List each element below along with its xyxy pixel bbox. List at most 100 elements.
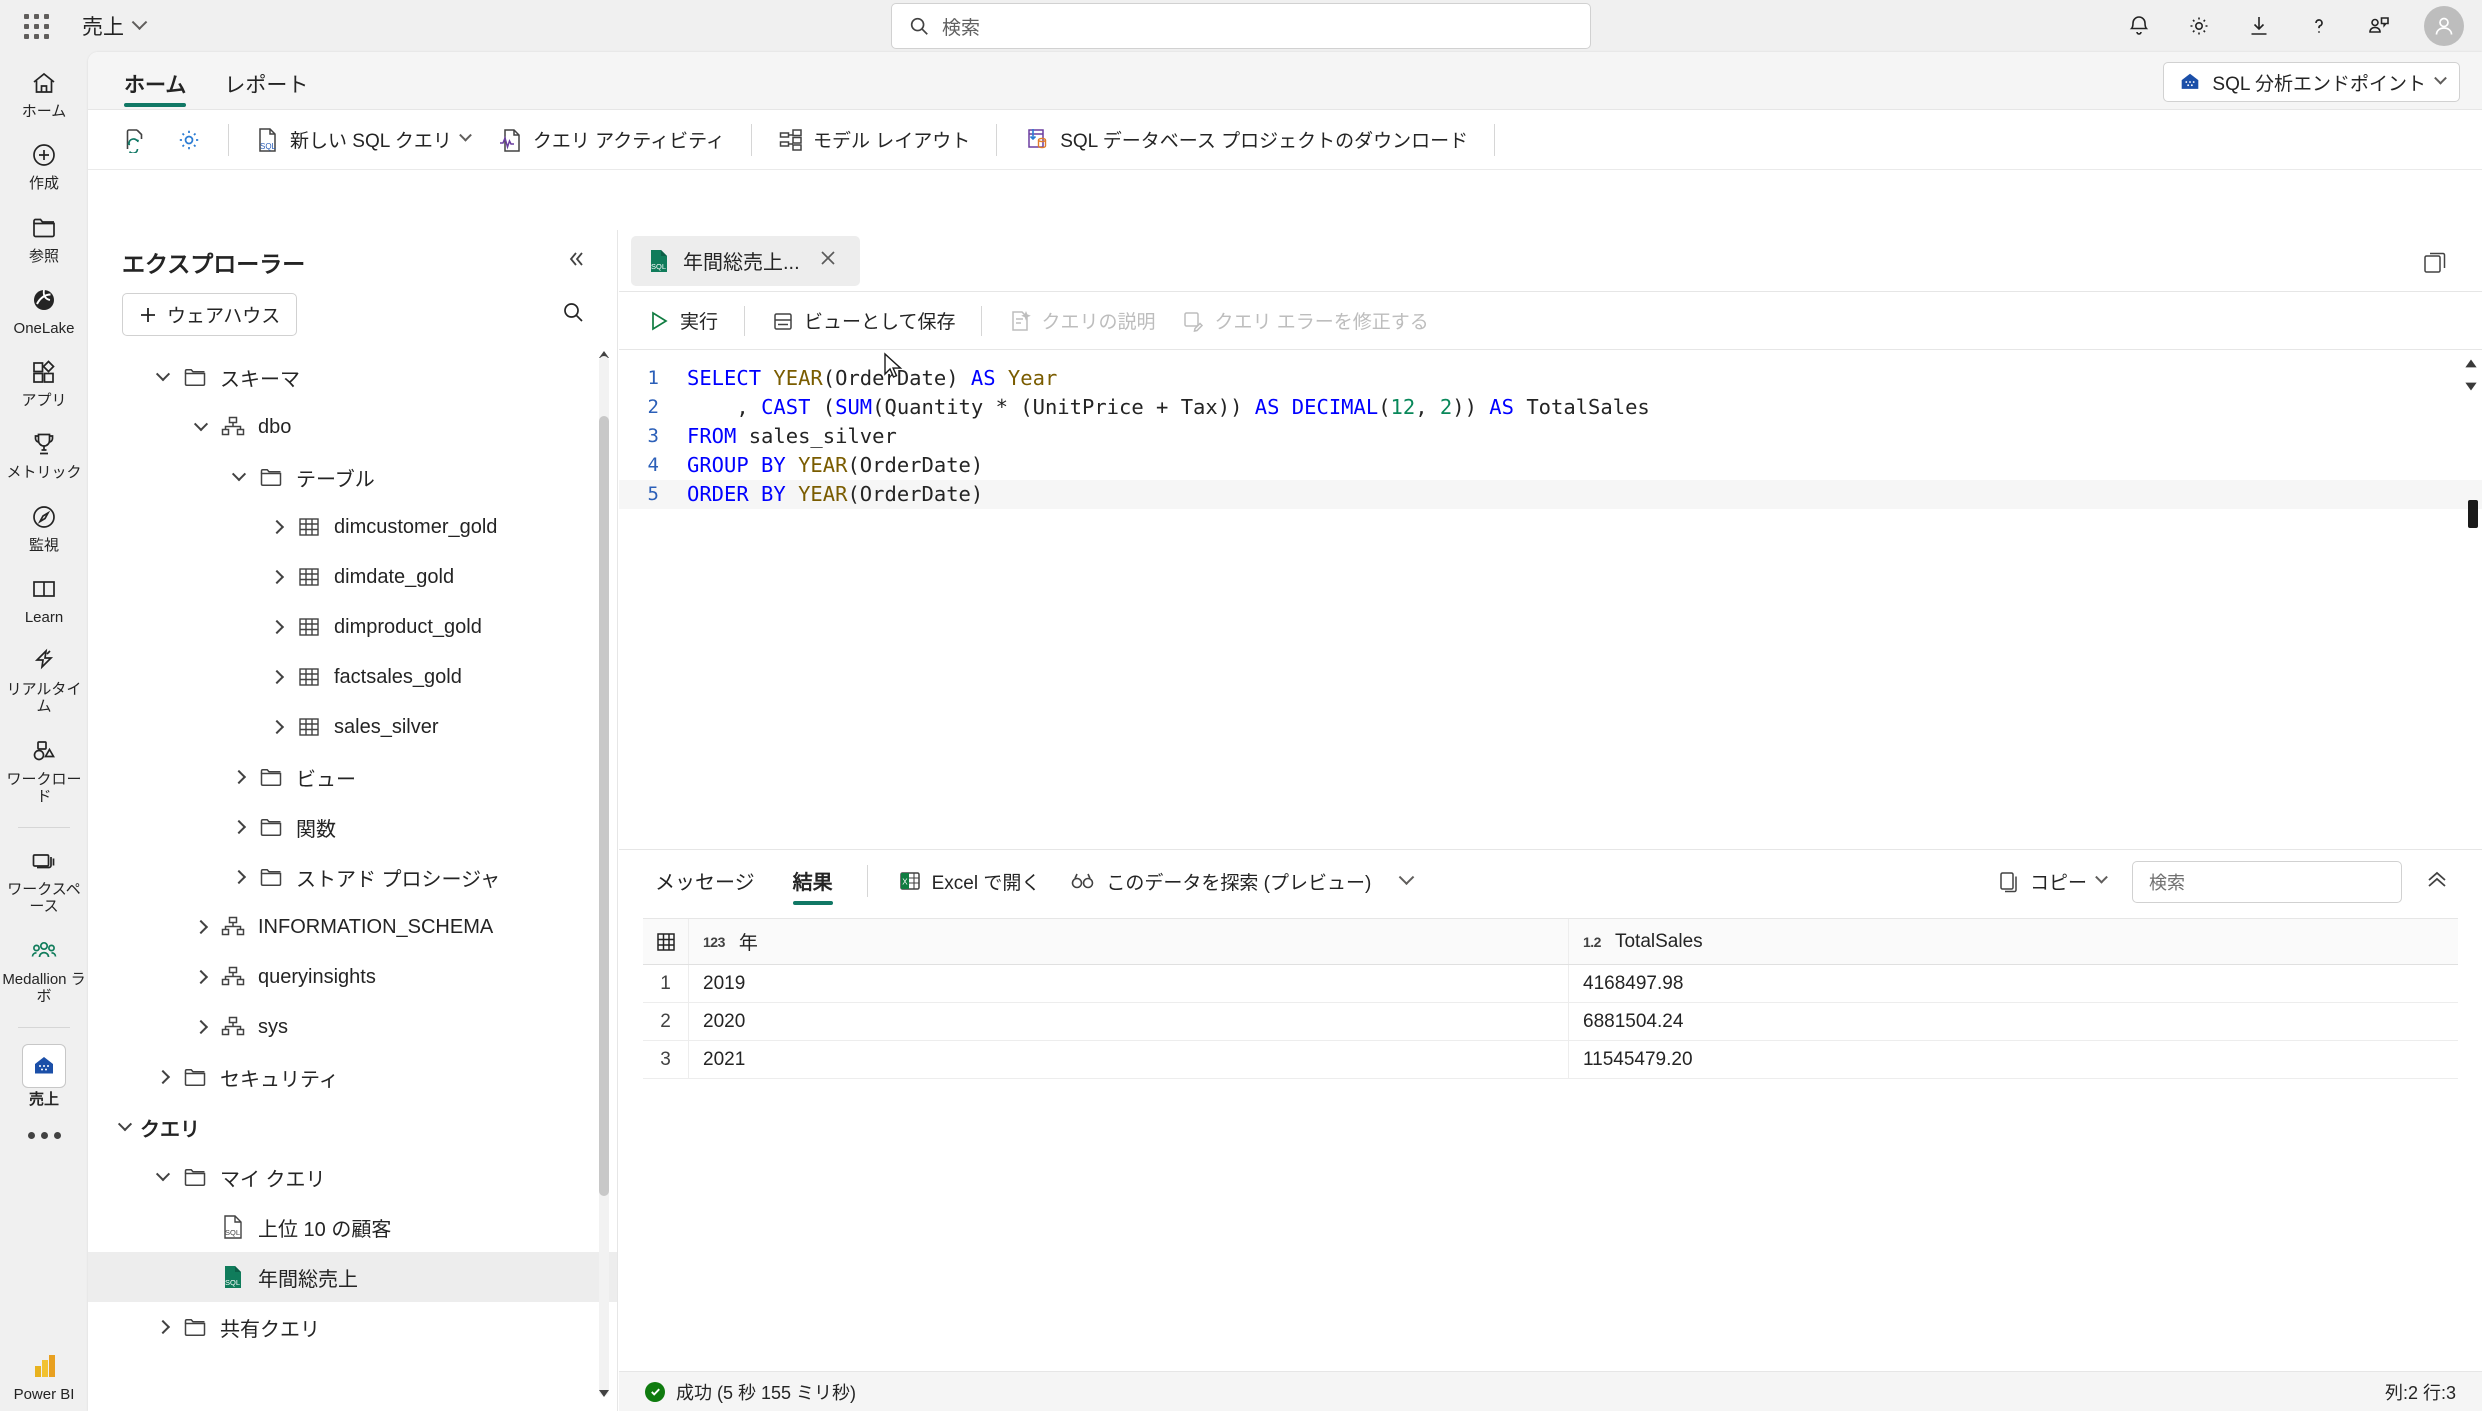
model-layout-button[interactable]: モデル レイアウト <box>766 119 982 160</box>
tree-item-クエリ[interactable]: クエリ <box>88 1102 617 1152</box>
explorer-scrollbar[interactable] <box>599 356 609 1396</box>
settings-gear-icon[interactable] <box>2180 7 2218 45</box>
tree-item-dimproduct_gold[interactable]: dimproduct_gold <box>88 602 617 652</box>
refresh-button[interactable] <box>110 120 160 160</box>
sql-analytics-endpoint-selector[interactable]: SQL 分析エンドポイント <box>2163 62 2460 102</box>
chevron-down-icon[interactable] <box>186 417 216 432</box>
rail-item-learn[interactable]: Learn <box>2 572 86 626</box>
chevron-down-icon[interactable] <box>148 367 178 382</box>
copy-button[interactable]: コピー <box>1988 861 2116 902</box>
chevron-right-icon[interactable] <box>224 869 254 885</box>
help-icon[interactable] <box>2300 7 2338 45</box>
chevron-down-icon[interactable] <box>224 467 254 482</box>
chevron-right-icon[interactable] <box>186 919 216 935</box>
grid-header-year[interactable]: 123 年 <box>689 919 1569 964</box>
rail-item-metrics[interactable]: メトリック <box>2 427 86 481</box>
code-scrollbar-thumb[interactable] <box>2468 500 2478 528</box>
split-panes-button[interactable] <box>2416 244 2456 289</box>
tree-item-ビュー[interactable]: ビュー <box>88 752 617 802</box>
tree-item-テーブル[interactable]: テーブル <box>88 452 617 502</box>
model-layout-link[interactable]: モデル レイアウト <box>88 1406 617 1411</box>
tab-results[interactable]: 結果 <box>777 856 849 907</box>
table-cell-totalsales[interactable]: 11545479.20 <box>1569 1041 2458 1078</box>
feedback-icon[interactable] <box>2360 7 2398 45</box>
download-sql-project-button[interactable]: SQL データベース プロジェクトのダウンロード <box>1011 119 1480 161</box>
tree-item-マイ-クエリ[interactable]: マイ クエリ <box>88 1152 617 1202</box>
rail-item-medallion-lab[interactable]: Medallion ラボ <box>2 934 86 1006</box>
rail-item-home[interactable]: ホーム <box>2 66 86 120</box>
tree-item-関数[interactable]: 関数 <box>88 802 617 852</box>
rail-item-realtime[interactable]: リアルタイム <box>2 644 86 716</box>
download-icon[interactable] <box>2240 7 2278 45</box>
workspace-switcher[interactable]: 売上 <box>74 7 153 45</box>
grid-corner-icon[interactable] <box>643 919 689 964</box>
tree-item-スキーマ[interactable]: スキーマ <box>88 352 617 402</box>
tree-item-上位-10-の顧客[interactable]: SQL 上位 10 の顧客 <box>88 1202 617 1252</box>
results-overflow-button[interactable] <box>1389 868 1424 894</box>
query-activity-button[interactable]: クエリ アクティビティ <box>486 119 737 161</box>
sql-code-editor[interactable]: 1 SELECT YEAR(OrderDate) AS Year 2 , CAST … <box>619 350 2482 850</box>
query-tab-annual-sales[interactable]: SQL 年間総売上... <box>631 235 860 286</box>
table-row[interactable]: 3 2021 11545479.20 <box>643 1041 2458 1079</box>
open-in-excel-button[interactable]: X Excel で開く <box>886 861 1053 902</box>
close-icon[interactable] <box>812 246 844 276</box>
tree-item-ストアド-プロシージャ[interactable]: ストアド プロシージャ <box>88 852 617 902</box>
save-as-view-button[interactable]: ビューとして保存 <box>759 300 967 341</box>
app-launcher-icon[interactable] <box>14 4 58 48</box>
rail-item-powerbi[interactable]: Power BI <box>2 1349 86 1403</box>
chevron-right-icon[interactable] <box>186 1019 216 1035</box>
chevron-right-icon[interactable] <box>186 969 216 985</box>
table-row[interactable]: 1 2019 4168497.98 <box>643 965 2458 1003</box>
collapse-explorer-button[interactable] <box>557 244 595 279</box>
chevron-right-icon[interactable] <box>262 619 292 635</box>
tree-item-factsales_gold[interactable]: factsales_gold <box>88 652 617 702</box>
rail-item-selected-lakehouse[interactable]: 売上 <box>2 1044 86 1108</box>
tree-item-共有クエリ[interactable]: 共有クエリ <box>88 1302 617 1352</box>
rail-item-workloads[interactable]: ワークロード <box>2 734 86 806</box>
run-button[interactable]: 実行 <box>635 300 730 341</box>
chevron-right-icon[interactable] <box>148 1069 178 1085</box>
tree-item-dbo[interactable]: dbo <box>88 402 617 452</box>
tree-item-dimcustomer_gold[interactable]: dimcustomer_gold <box>88 502 617 552</box>
chevron-right-icon[interactable] <box>262 569 292 585</box>
code-scroll-down-icon[interactable] <box>2462 378 2480 394</box>
explore-data-button[interactable]: このデータを探索 (プレビュー) <box>1058 861 1383 902</box>
explain-query-button[interactable]: クエリの説明 <box>996 300 1167 341</box>
rail-item-onelake[interactable]: OneLake <box>2 283 86 337</box>
code-scroll-up-icon[interactable] <box>2462 356 2480 372</box>
tab-messages[interactable]: メッセージ <box>639 856 771 907</box>
account-avatar[interactable] <box>2424 6 2464 46</box>
expand-results-button[interactable] <box>2418 860 2456 903</box>
table-cell-年[interactable]: 2020 <box>689 1003 1569 1040</box>
rail-more-options-icon[interactable] <box>27 1132 61 1140</box>
tree-item-セキュリティ[interactable]: セキュリティ <box>88 1052 617 1102</box>
chevron-right-icon[interactable] <box>262 519 292 535</box>
rail-item-browse[interactable]: 参照 <box>2 211 86 265</box>
tab-home[interactable]: ホーム <box>110 61 200 109</box>
chevron-right-icon[interactable] <box>148 1319 178 1335</box>
chevron-right-icon[interactable] <box>224 769 254 785</box>
add-warehouse-button[interactable]: ウェアハウス <box>122 293 298 336</box>
table-cell-totalsales[interactable]: 6881504.24 <box>1569 1003 2458 1040</box>
tree-scroll-down-icon[interactable] <box>597 1386 611 1400</box>
rail-item-create[interactable]: 作成 <box>2 138 86 192</box>
chevron-down-icon[interactable] <box>110 1117 140 1132</box>
fix-query-errors-button[interactable]: クエリ エラーを修正する <box>1169 300 1440 341</box>
chevron-right-icon[interactable] <box>262 719 292 735</box>
rail-item-monitor[interactable]: 監視 <box>2 500 86 554</box>
settings-button[interactable] <box>164 120 214 160</box>
chevron-right-icon[interactable] <box>224 819 254 835</box>
chevron-down-icon[interactable] <box>148 1167 178 1182</box>
results-search-input[interactable]: 検索 <box>2132 860 2402 903</box>
table-cell-年[interactable]: 2021 <box>689 1041 1569 1078</box>
tab-report[interactable]: レポート <box>210 61 322 109</box>
tree-item-sales_silver[interactable]: sales_silver <box>88 702 617 752</box>
rail-item-workspaces[interactable]: ワークスペース <box>2 844 86 916</box>
rail-item-apps[interactable]: アプリ <box>2 355 86 409</box>
new-sql-query-button[interactable]: SQL 新しい SQL クエリ <box>243 119 482 161</box>
grid-header-totalsales[interactable]: 1.2 TotalSales <box>1569 919 2458 964</box>
tree-item-dimdate_gold[interactable]: dimdate_gold <box>88 552 617 602</box>
explorer-search-button[interactable] <box>555 294 591 335</box>
tree-item-年間総売上[interactable]: SQL 年間総売上 <box>88 1252 617 1302</box>
global-search-input[interactable]: 検索 <box>891 3 1591 49</box>
